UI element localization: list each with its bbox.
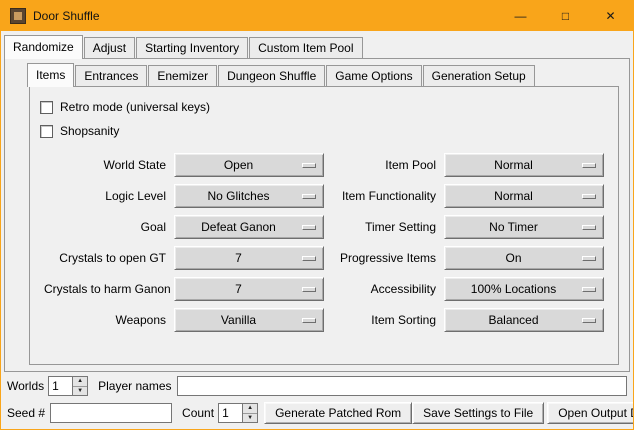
dropdown-value: On bbox=[445, 251, 582, 265]
item-functionality-label: Item Functionality bbox=[330, 189, 438, 203]
retro-mode-checkbox[interactable] bbox=[40, 101, 53, 114]
tab-enemizer[interactable]: Enemizer bbox=[148, 65, 217, 86]
sub-tab-bar: Items Entrances Enemizer Dungeon Shuffle… bbox=[5, 59, 629, 86]
count-input[interactable] bbox=[218, 403, 242, 423]
seed-row: Seed # Count ▲ ▼ Generate Patched Rom Sa… bbox=[7, 402, 627, 424]
goal-label: Goal bbox=[44, 220, 168, 234]
window-title: Door Shuffle bbox=[33, 9, 100, 23]
item-pool-dropdown[interactable]: Normal bbox=[444, 153, 604, 177]
shopsanity-checkbox-row[interactable]: Shopsanity bbox=[40, 119, 618, 143]
dropdown-indicator-icon bbox=[302, 163, 316, 168]
progressive-items-dropdown[interactable]: On bbox=[444, 246, 604, 270]
weapons-label: Weapons bbox=[44, 313, 168, 327]
dropdown-indicator-icon bbox=[302, 318, 316, 323]
open-output-directory-button[interactable]: Open Output Directory bbox=[547, 402, 634, 424]
goal-dropdown[interactable]: Defeat Ganon bbox=[174, 215, 324, 239]
shopsanity-checkbox[interactable] bbox=[40, 125, 53, 138]
randomize-panel: Items Entrances Enemizer Dungeon Shuffle… bbox=[4, 58, 630, 372]
progressive-items-label: Progressive Items bbox=[330, 251, 438, 265]
maximize-button[interactable]: □ bbox=[543, 1, 588, 31]
player-names-input[interactable] bbox=[177, 376, 628, 396]
count-label: Count bbox=[182, 406, 214, 420]
crystals-open-gt-dropdown[interactable]: 7 bbox=[174, 246, 324, 270]
tab-adjust[interactable]: Adjust bbox=[84, 37, 135, 58]
dropdown-indicator-icon bbox=[582, 318, 596, 323]
minimize-button[interactable]: — bbox=[498, 1, 543, 31]
seed-input[interactable] bbox=[50, 403, 172, 423]
dropdown-indicator-icon bbox=[302, 194, 316, 199]
dropdown-indicator-icon bbox=[582, 287, 596, 292]
tab-randomize[interactable]: Randomize bbox=[4, 35, 83, 59]
world-state-dropdown[interactable]: Open bbox=[174, 153, 324, 177]
dropdown-value: Normal bbox=[445, 158, 582, 172]
main-tab-bar: Randomize Adjust Starting Inventory Cust… bbox=[1, 31, 633, 58]
retro-mode-checkbox-row[interactable]: Retro mode (universal keys) bbox=[40, 95, 618, 119]
dropdown-value: Balanced bbox=[445, 313, 582, 327]
dropdown-value: Normal bbox=[445, 189, 582, 203]
app-window: Door Shuffle — □ ✕ Randomize Adjust Star… bbox=[0, 0, 634, 430]
logic-level-dropdown[interactable]: No Glitches bbox=[174, 184, 324, 208]
worlds-row: Worlds ▲ ▼ Player names bbox=[7, 376, 627, 396]
accessibility-dropdown[interactable]: 100% Locations bbox=[444, 277, 604, 301]
timer-setting-dropdown[interactable]: No Timer bbox=[444, 215, 604, 239]
crystals-harm-ganon-dropdown[interactable]: 7 bbox=[174, 277, 324, 301]
dropdown-value: Vanilla bbox=[175, 313, 302, 327]
dropdown-value: 7 bbox=[175, 282, 302, 296]
window-controls: — □ ✕ bbox=[498, 1, 633, 31]
dropdown-indicator-icon bbox=[302, 225, 316, 230]
count-spinbox: ▲ ▼ bbox=[218, 403, 258, 423]
player-names-label: Player names bbox=[98, 379, 171, 393]
dropdown-indicator-icon bbox=[582, 256, 596, 261]
dropdown-value: 100% Locations bbox=[445, 282, 582, 296]
count-spin-buttons: ▲ ▼ bbox=[242, 403, 258, 423]
items-panel: Retro mode (universal keys) Shopsanity W… bbox=[29, 86, 619, 365]
count-spin-up-button[interactable]: ▲ bbox=[243, 404, 257, 414]
worlds-input[interactable] bbox=[48, 376, 72, 396]
dropdown-value: Defeat Ganon bbox=[175, 220, 302, 234]
item-sorting-dropdown[interactable]: Balanced bbox=[444, 308, 604, 332]
worlds-spin-up-button[interactable]: ▲ bbox=[73, 377, 87, 387]
dropdown-indicator-icon bbox=[582, 163, 596, 168]
worlds-label: Worlds bbox=[7, 379, 44, 393]
save-settings-button[interactable]: Save Settings to File bbox=[412, 402, 544, 424]
dropdown-value: No Timer bbox=[445, 220, 582, 234]
retro-mode-label: Retro mode (universal keys) bbox=[60, 100, 210, 114]
tab-generation-setup[interactable]: Generation Setup bbox=[423, 65, 535, 86]
tab-custom-item-pool[interactable]: Custom Item Pool bbox=[249, 37, 362, 58]
bottom-bar: Worlds ▲ ▼ Player names Seed # Count ▲ ▼ bbox=[1, 372, 633, 430]
generate-patched-rom-button[interactable]: Generate Patched Rom bbox=[264, 402, 412, 424]
world-state-label: World State bbox=[44, 158, 168, 172]
tab-starting-inventory[interactable]: Starting Inventory bbox=[136, 37, 248, 58]
worlds-spin-down-button[interactable]: ▼ bbox=[73, 387, 87, 396]
dropdown-value: No Glitches bbox=[175, 189, 302, 203]
tab-game-options[interactable]: Game Options bbox=[326, 65, 421, 86]
dropdown-value: 7 bbox=[175, 251, 302, 265]
close-button[interactable]: ✕ bbox=[588, 1, 633, 31]
accessibility-label: Accessibility bbox=[330, 282, 438, 296]
item-pool-label: Item Pool bbox=[330, 158, 438, 172]
crystals-harm-ganon-label: Crystals to harm Ganon bbox=[44, 282, 168, 296]
titlebar[interactable]: Door Shuffle — □ ✕ bbox=[1, 1, 633, 31]
tab-entrances[interactable]: Entrances bbox=[75, 65, 147, 86]
item-functionality-dropdown[interactable]: Normal bbox=[444, 184, 604, 208]
crystals-open-gt-label: Crystals to open GT bbox=[44, 251, 168, 265]
tab-dungeon-shuffle[interactable]: Dungeon Shuffle bbox=[218, 65, 325, 86]
seed-label: Seed # bbox=[7, 406, 45, 420]
shopsanity-label: Shopsanity bbox=[60, 124, 119, 138]
options-grid: World State Open Item Pool Normal Logic … bbox=[38, 153, 618, 332]
dropdown-indicator-icon bbox=[582, 225, 596, 230]
weapons-dropdown[interactable]: Vanilla bbox=[174, 308, 324, 332]
dropdown-indicator-icon bbox=[302, 287, 316, 292]
worlds-spinbox: ▲ ▼ bbox=[48, 376, 88, 396]
timer-setting-label: Timer Setting bbox=[330, 220, 438, 234]
dropdown-indicator-icon bbox=[302, 256, 316, 261]
logic-level-label: Logic Level bbox=[44, 189, 168, 203]
tab-items[interactable]: Items bbox=[27, 63, 74, 87]
worlds-spin-buttons: ▲ ▼ bbox=[72, 376, 88, 396]
app-icon bbox=[10, 8, 26, 24]
count-spin-down-button[interactable]: ▼ bbox=[243, 414, 257, 423]
dropdown-value: Open bbox=[175, 158, 302, 172]
item-sorting-label: Item Sorting bbox=[330, 313, 438, 327]
dropdown-indicator-icon bbox=[582, 194, 596, 199]
